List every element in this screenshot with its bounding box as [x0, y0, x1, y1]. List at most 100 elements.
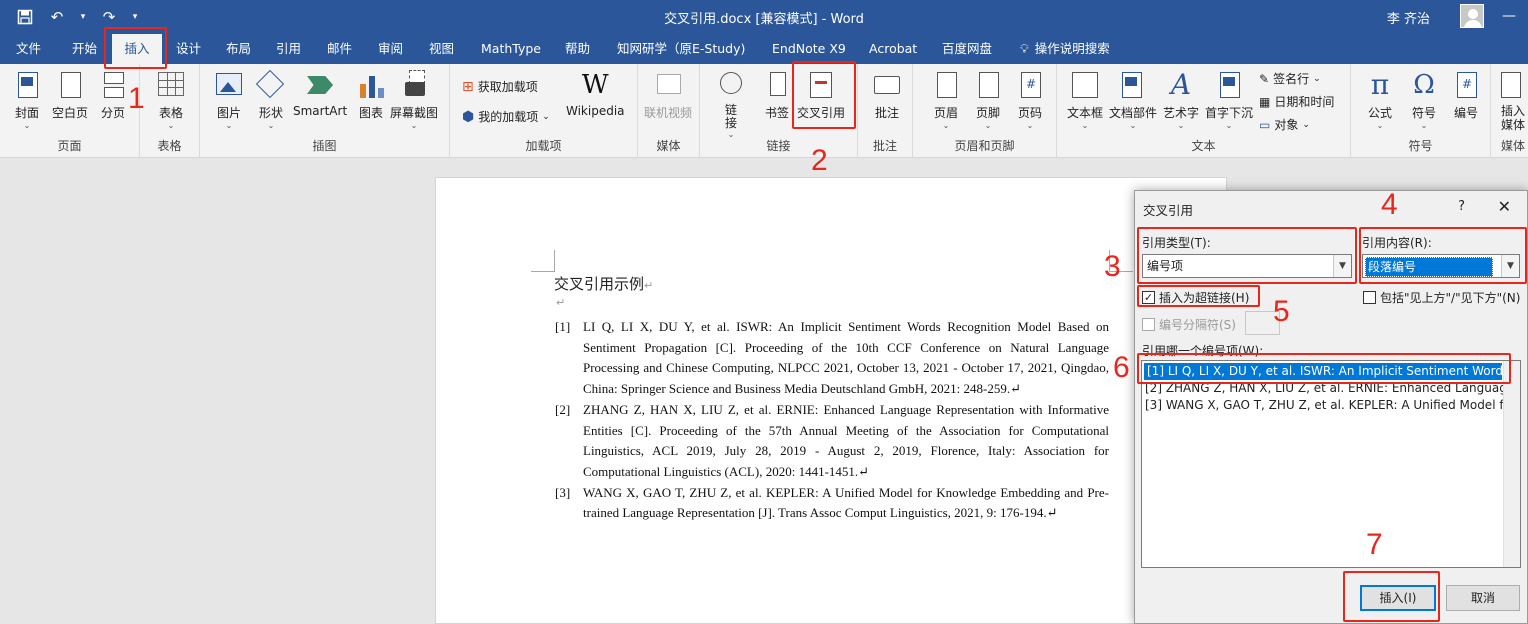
annotation-number-5: 5 [1273, 295, 1290, 328]
tab-references[interactable]: 引用 [270, 34, 307, 64]
quick-parts-label: 文档部件 [1109, 106, 1158, 120]
wordart-label: 艺术字 [1163, 106, 1200, 120]
equation-button[interactable]: π 公式 ⌄ [1365, 70, 1395, 131]
footer-label: 页脚 [975, 106, 1000, 120]
reference-2[interactable]: [2] ZHANG Z, HAN X, LIU Z, et al. ERNIE:… [555, 400, 1109, 483]
close-icon[interactable]: ✕ [1498, 197, 1511, 216]
table-button[interactable]: 表格 ⌄ [156, 70, 186, 131]
object-button[interactable]: ▭ 对象 ⌄ [1259, 116, 1310, 133]
blank-page-button[interactable]: 空白页 [52, 70, 88, 121]
chart-icon [356, 70, 386, 100]
textbox-button[interactable]: 文本框 ⌄ [1067, 70, 1103, 131]
group-addins: ⊞ 获取加载项 ⬢ 我的加载项 ⌄ W Wikipedia 加载项 [450, 64, 638, 158]
link-button[interactable]: 链 接 ⌄ [716, 70, 746, 140]
tab-view[interactable]: 视图 [423, 34, 460, 64]
document-title[interactable]: 交叉引用示例↵ [554, 273, 653, 294]
chevron-down-icon: ⌄ [984, 121, 992, 130]
cancel-button[interactable]: 取消 [1446, 585, 1520, 611]
comment-button[interactable]: 批注 [872, 70, 902, 121]
checkbox-unchecked[interactable] [1363, 291, 1376, 304]
group-label-media: 媒体 [656, 139, 681, 153]
quick-parts-icon [1118, 70, 1148, 100]
tab-review[interactable]: 审阅 [372, 34, 409, 64]
group-header-footer: 页眉 ⌄ 页脚 ⌄ # 页码 ⌄ 页眉和页脚 [913, 64, 1057, 158]
wikipedia-icon: W [581, 70, 609, 100]
drop-cap-button[interactable]: 首字下沉 ⌄ [1205, 70, 1253, 131]
chevron-down-icon: ⌄ [1376, 121, 1384, 130]
tab-mathtype[interactable]: MathType [475, 34, 547, 64]
chevron-down-icon: ⌄ [167, 121, 175, 130]
chevron-down-icon: ⌄ [1026, 121, 1034, 130]
reference-3[interactable]: [3] WANG X, GAO T, ZHU Z, et al. KEPLER:… [555, 483, 1109, 524]
include-above-below-checkbox[interactable]: 包括"见上方"/"见下方"(N) [1363, 289, 1520, 306]
minimize-icon[interactable]: — [1502, 8, 1520, 24]
chart-button[interactable]: 图表 [356, 70, 386, 121]
footer-button[interactable]: 页脚 ⌄ [973, 70, 1003, 131]
page-break-button[interactable]: 分页 [98, 70, 128, 121]
tab-help[interactable]: 帮助 [559, 34, 596, 64]
help-icon[interactable]: ? [1458, 199, 1465, 214]
lightbulb-icon: 💡︎ [1020, 41, 1029, 56]
my-addins-label: 我的加载项 [478, 110, 539, 124]
shapes-button[interactable]: 形状 ⌄ [255, 69, 286, 131]
screenshot-label: 屏幕截图 [390, 106, 439, 120]
wikipedia-button[interactable]: W Wikipedia [566, 70, 625, 118]
symbol-button[interactable]: Ω 符号 ⌄ [1409, 70, 1439, 131]
insert-media-label: 插入媒体 [1501, 104, 1526, 132]
group-illustrations: 图片 ⌄ 形状 ⌄ SmartArt 图表 屏幕截图 ⌄ 插图 [200, 64, 450, 158]
tab-design[interactable]: 设计 [170, 34, 207, 64]
ribbon-insert: 封面 ⌄ 空白页 分页 页面 表格 ⌄ 表格 图片 ⌄ 形状 ⌄ SmartAr… [0, 64, 1528, 158]
page-number-icon: # [1015, 70, 1045, 100]
reference-1[interactable]: [1] LI Q, LI X, DU Y, et al. ISWR: An Im… [555, 317, 1109, 400]
annotation-number-2: 2 [811, 144, 828, 177]
screenshot-button[interactable]: 屏幕截图 ⌄ [390, 70, 438, 131]
quick-parts-button[interactable]: 文档部件 ⌄ [1109, 70, 1157, 131]
chart-label: 图表 [358, 106, 383, 120]
list-scrollbar[interactable] [1503, 361, 1520, 567]
tab-baidu[interactable]: 百度网盘 [936, 34, 998, 64]
chevron-down-icon: ⌄ [1420, 121, 1428, 130]
group-label-symbols: 符号 [1408, 139, 1433, 153]
chevron-down-icon: ⌄ [1302, 119, 1310, 130]
my-addins-button[interactable]: ⬢ 我的加载项 ⌄ [462, 108, 550, 125]
group-pages: 封面 ⌄ 空白页 分页 页面 [0, 64, 140, 158]
tab-mailings[interactable]: 邮件 [321, 34, 358, 64]
reference-text: ZHANG Z, HAN X, LIU Z, et al. ERNIE: Enh… [583, 401, 1109, 479]
tab-layout[interactable]: 布局 [220, 34, 257, 64]
bookmark-button[interactable]: 书签 [762, 70, 792, 121]
avatar[interactable] [1460, 4, 1484, 28]
smartart-button[interactable]: SmartArt [293, 70, 347, 118]
date-time-button[interactable]: ▦ 日期和时间 [1259, 93, 1334, 110]
group-label-illustrations: 插图 [312, 139, 337, 153]
tab-cnki[interactable]: 知网研学（原E-Study) [611, 34, 751, 64]
group-label-links: 链接 [766, 139, 791, 153]
get-addins-button[interactable]: ⊞ 获取加载项 [462, 78, 538, 95]
page-number-button[interactable]: # 页码 ⌄ [1015, 70, 1045, 131]
signature-line-button[interactable]: ✎ 签名行 ⌄ [1259, 70, 1321, 87]
wordart-button[interactable]: A 艺术字 ⌄ [1163, 70, 1199, 131]
header-button[interactable]: 页眉 ⌄ [931, 70, 961, 131]
video-icon [653, 70, 683, 100]
tab-endnote[interactable]: EndNote X9 [766, 34, 852, 64]
numbered-items-list[interactable]: [1] LI Q, LI X, DU Y, et al. ISWR: An Im… [1141, 360, 1521, 568]
tab-acrobat[interactable]: Acrobat [863, 34, 923, 64]
ribbon-tabs: 文件 开始 插入 设计 布局 引用 邮件 审阅 视图 MathType 帮助 知… [0, 34, 1528, 64]
list-item[interactable]: [3] WANG X, GAO T, ZHU Z, et al. KEPLER:… [1142, 397, 1504, 414]
object-icon: ▭ [1259, 117, 1271, 132]
numbering-button[interactable]: # 编号 [1451, 70, 1481, 121]
picture-button[interactable]: 图片 ⌄ [214, 70, 244, 131]
tab-home[interactable]: 开始 [66, 34, 103, 64]
comment-label: 批注 [874, 106, 899, 120]
annotation-box-cross-reference [792, 61, 856, 129]
title-bar: ↶ ▾ ↷ ▾ 交叉引用.docx [兼容模式] - Word 李 齐治 — [0, 0, 1528, 34]
tab-file[interactable]: 文件 [10, 34, 47, 64]
puzzle-icon: ⬢ [462, 108, 475, 125]
tell-me-search[interactable]: 💡︎ 操作说明搜索 [1014, 34, 1116, 64]
bookmark-label: 书签 [764, 106, 789, 120]
insert-media-button[interactable]: 插入媒体 [1501, 70, 1528, 132]
picture-label: 图片 [216, 106, 241, 120]
user-name[interactable]: 李 齐治 [1387, 8, 1430, 27]
bookmark-icon [762, 70, 792, 100]
annotation-number-1: 1 [128, 82, 145, 115]
cover-page-button[interactable]: 封面 ⌄ [12, 70, 42, 131]
